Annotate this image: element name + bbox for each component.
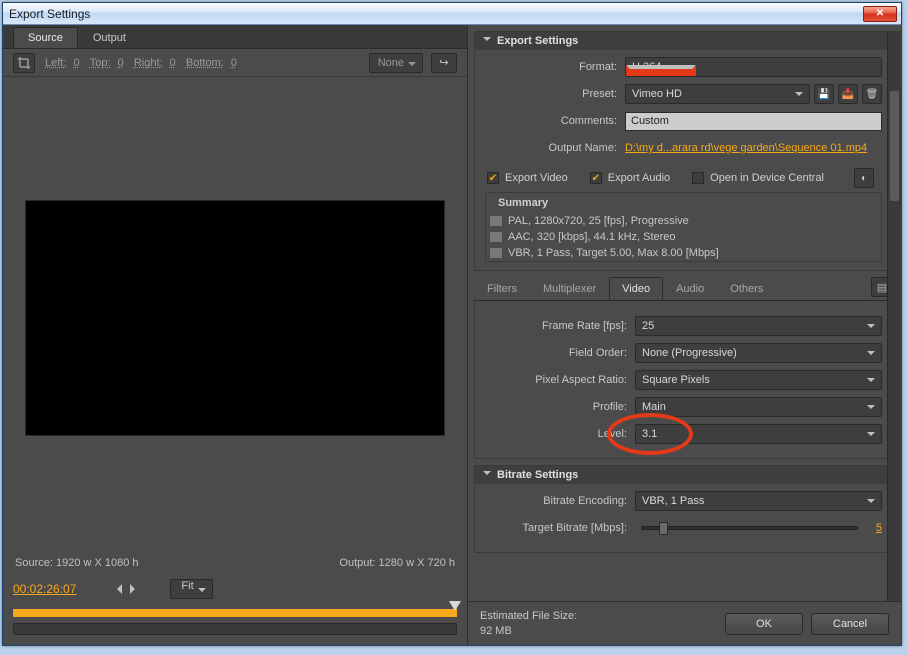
fieldorder-value: None (Progressive): [642, 347, 737, 359]
slider-thumb[interactable]: [659, 522, 668, 535]
step-back-icon[interactable]: [112, 584, 122, 594]
zoom-select[interactable]: Fit: [170, 579, 212, 599]
crop-mode-select[interactable]: None: [369, 53, 423, 73]
import-preset-icon[interactable]: 📥: [838, 84, 858, 104]
crop-values: Left: 0 Top: 0 Right: 0 Bottom: 0: [43, 57, 239, 69]
framerate-select[interactable]: 25: [635, 316, 882, 336]
video-settings-section: Frame Rate [fps]: 25 Field Order: None (Pr…: [474, 301, 893, 459]
ok-button[interactable]: OK: [725, 613, 803, 635]
window-close-button[interactable]: ✕: [863, 6, 897, 22]
output-name-label: Output Name:: [485, 142, 625, 154]
chevron-down-icon[interactable]: [483, 471, 491, 479]
bitrate-settings-title: Bitrate Settings: [497, 469, 578, 481]
output-name-link[interactable]: D:\my d...arara rd\vege garden\Sequence …: [625, 142, 882, 154]
preview-tabstrip: Source Output: [3, 25, 467, 49]
filesize-value: 92 MB: [480, 624, 577, 638]
export-settings-section: Export Settings Format: H.264 Preset: Vi…: [474, 31, 893, 271]
playhead-icon[interactable]: [449, 601, 461, 617]
crop-left-value[interactable]: 0: [73, 57, 79, 69]
scrollbar-thumb[interactable]: [890, 91, 899, 201]
preview-panel: Source Output Left: 0 Top: 0 Right: 0 Bo…: [3, 25, 468, 645]
level-select[interactable]: 3.1: [635, 424, 882, 444]
crop-reset-button[interactable]: ↪: [431, 53, 457, 73]
transport-controls: 00:02:26:07 Fit: [3, 575, 467, 645]
subtab-filters[interactable]: Filters: [474, 277, 530, 300]
export-settings-title: Export Settings: [497, 35, 578, 47]
preset-label: Preset:: [485, 88, 625, 100]
par-select[interactable]: Square Pixels: [635, 370, 882, 390]
preset-value: Vimeo HD: [632, 88, 682, 100]
timeline-scrollbar[interactable]: [13, 623, 457, 635]
export-settings-window: Export Settings ✕ Source Output Left: 0 …: [2, 2, 902, 646]
footer-row: Estimated File Size: 92 MB OK Cancel: [468, 601, 901, 645]
filesize-label: Estimated File Size:: [480, 609, 577, 623]
crop-bottom-label: Bottom:: [186, 57, 224, 69]
output-dimensions: Output: 1280 w X 720 h: [339, 557, 455, 569]
level-label: Level:: [485, 428, 635, 440]
subtab-multiplexer[interactable]: Multiplexer: [530, 277, 609, 300]
export-audio-checkbox[interactable]: ✔: [590, 172, 602, 184]
bitrate-encoding-value: VBR, 1 Pass: [642, 495, 704, 507]
timecode[interactable]: 00:02:26:07: [13, 582, 76, 596]
framerate-value: 25: [642, 320, 654, 332]
summary-bitrate: VBR, 1 Pass, Target 5.00, Max 8.00 [Mbps…: [486, 245, 881, 261]
par-label: Pixel Aspect Ratio:: [485, 374, 635, 386]
tab-output[interactable]: Output: [78, 27, 141, 48]
crop-top-label: Top:: [90, 57, 111, 69]
format-select[interactable]: H.264: [625, 57, 882, 77]
open-device-central-label: Open in Device Central: [710, 172, 824, 184]
device-central-icon[interactable]: ◐: [854, 168, 874, 188]
profile-value: Main: [642, 401, 666, 413]
crop-right-label: Right:: [134, 57, 163, 69]
fieldorder-select[interactable]: None (Progressive): [635, 343, 882, 363]
chevron-down-icon[interactable]: [483, 37, 491, 45]
subtab-video[interactable]: Video: [609, 277, 663, 300]
bitrate-encoding-label: Bitrate Encoding:: [485, 495, 635, 507]
save-preset-icon[interactable]: 💾: [814, 84, 834, 104]
target-bitrate-slider[interactable]: [641, 526, 858, 530]
framerate-label: Frame Rate [fps]:: [485, 320, 635, 332]
profile-select[interactable]: Main: [635, 397, 882, 417]
comments-input[interactable]: [625, 112, 882, 131]
target-bitrate-value[interactable]: 5: [864, 522, 882, 534]
level-value: 3.1: [642, 428, 657, 440]
open-device-central-checkbox[interactable]: [692, 172, 704, 184]
format-value: H.264: [632, 61, 661, 73]
bitrate-encoding-select[interactable]: VBR, 1 Pass: [635, 491, 882, 511]
settings-subtabs: Filters Multiplexer Video Audio Others ▤: [474, 277, 893, 301]
subtab-others[interactable]: Others: [717, 277, 776, 300]
export-video-label: Export Video: [505, 172, 568, 184]
titlebar[interactable]: Export Settings ✕: [3, 3, 901, 25]
summary-video: PAL, 1280x720, 25 [fps], Progressive: [486, 213, 881, 229]
settings-scrollbar[interactable]: [887, 31, 901, 601]
target-bitrate-label: Target Bitrate [Mbps]:: [485, 522, 635, 534]
window-title: Export Settings: [7, 7, 863, 21]
crop-top-value[interactable]: 0: [118, 57, 124, 69]
step-forward-icon[interactable]: [130, 584, 140, 594]
source-dimensions: Source: 1920 w X 1080 h: [15, 557, 139, 569]
crop-right-value[interactable]: 0: [170, 57, 176, 69]
export-video-checkbox[interactable]: ✔: [487, 172, 499, 184]
settings-panel: Export Settings Format: H.264 Preset: Vi…: [468, 25, 901, 645]
timeline[interactable]: [13, 609, 457, 617]
tab-source[interactable]: Source: [13, 27, 78, 48]
crop-bottom-value[interactable]: 0: [231, 57, 237, 69]
preview-canvas: [25, 200, 445, 436]
par-value: Square Pixels: [642, 374, 710, 386]
preset-select[interactable]: Vimeo HD: [625, 84, 810, 104]
delete-preset-icon[interactable]: 🗑: [862, 84, 882, 104]
crop-toolbar: Left: 0 Top: 0 Right: 0 Bottom: 0 None ↪: [3, 49, 467, 77]
subtab-audio[interactable]: Audio: [663, 277, 717, 300]
crop-left-label: Left:: [45, 57, 66, 69]
crop-icon[interactable]: [13, 53, 35, 73]
cancel-button[interactable]: Cancel: [811, 613, 889, 635]
summary-audio: AAC, 320 [kbps], 44.1 kHz, Stereo: [486, 229, 881, 245]
comments-label: Comments:: [485, 115, 625, 127]
summary-title: Summary: [498, 197, 548, 209]
fieldorder-label: Field Order:: [485, 347, 635, 359]
export-audio-label: Export Audio: [608, 172, 670, 184]
profile-label: Profile:: [485, 401, 635, 413]
bitrate-settings-section: Bitrate Settings Bitrate Encoding: VBR, 1…: [474, 465, 893, 553]
format-label: Format:: [485, 61, 625, 73]
